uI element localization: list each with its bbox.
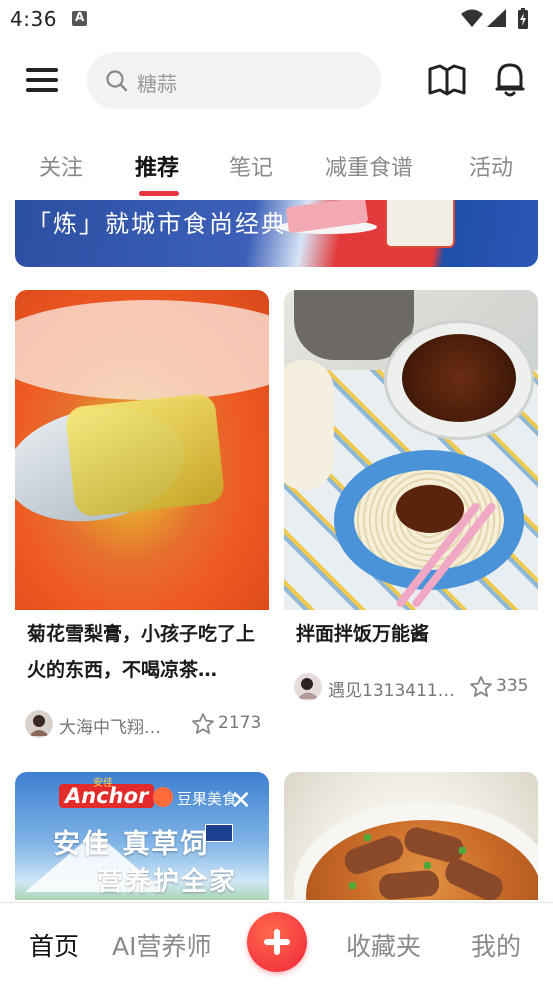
avatar[interactable]	[294, 673, 322, 701]
tab-recommend[interactable]: 推荐	[135, 150, 179, 182]
menu-icon[interactable]	[26, 66, 60, 94]
status-bar: 4:36	[0, 0, 553, 38]
search-placeholder: 糖蒜	[137, 72, 177, 96]
nav-favorites[interactable]: 收藏夹	[346, 927, 421, 963]
ad-headline: 安佳 真草饲	[53, 829, 210, 860]
anchor-logo-cn: 安佳	[93, 778, 113, 789]
active-tab-indicator	[139, 191, 179, 196]
recipe-card[interactable]	[284, 772, 538, 900]
category-tabs: 关注 推荐 笔记 减重食谱 活动	[0, 150, 553, 200]
author-name[interactable]: 遇见1313411…	[328, 676, 455, 701]
promo-banner[interactable]: 「炼」就城市食尚经典	[15, 200, 538, 267]
tab-weight-loss-recipes[interactable]: 减重食谱	[325, 150, 413, 182]
signal-icon	[487, 9, 506, 27]
partner-name: 豆果美食	[177, 790, 238, 808]
top-header: 糖蒜	[0, 50, 553, 110]
tab-notes[interactable]: 笔记	[229, 150, 273, 182]
avatar[interactable]	[25, 710, 53, 738]
recipe-image	[284, 290, 538, 610]
book-icon[interactable]	[428, 64, 466, 96]
douguo-logo-icon	[153, 787, 173, 807]
nav-ai-nutritionist[interactable]: AI营养师	[112, 927, 211, 963]
recommend-feed[interactable]: 「炼」就城市食尚经典 菊花雪梨膏，小孩子吃了上火的东西，不喝凉茶… 大海中飞翔……	[0, 200, 553, 900]
recipe-meta: 大海中飞翔… 2173	[25, 710, 265, 740]
recipe-meta: 遇见1313411… 335	[294, 673, 534, 703]
status-time: 4:36	[10, 7, 57, 31]
bell-icon[interactable]	[494, 62, 526, 98]
banner-product-image	[385, 200, 455, 248]
add-button[interactable]	[247, 912, 307, 972]
close-icon[interactable]: ✕	[230, 786, 252, 816]
app-notification-icon	[72, 10, 87, 26]
like-count: 2173	[218, 713, 262, 733]
search-input[interactable]: 糖蒜	[87, 52, 381, 109]
star-icon[interactable]	[191, 712, 215, 736]
recipe-image	[284, 772, 538, 900]
like-count: 335	[496, 676, 529, 696]
battery-charging-icon	[518, 8, 528, 29]
ad-card[interactable]: Anchor 安佳 豆果美食 ✕ 安佳 真草饲 营养护全家	[15, 772, 269, 900]
banner-text: 「炼」就城市食尚经典	[27, 210, 287, 238]
recipe-title: 拌面拌饭万能酱	[296, 623, 430, 645]
star-icon[interactable]	[469, 675, 493, 699]
status-icons	[461, 8, 541, 30]
tab-activities[interactable]: 活动	[469, 150, 513, 182]
nav-home[interactable]: 首页	[29, 927, 79, 963]
flag-icon	[205, 824, 233, 842]
ad-subheadline: 营养护全家	[97, 867, 238, 897]
recipe-title: 菊花雪梨膏，小孩子吃了上火的东西，不喝凉茶…	[27, 623, 256, 681]
recipe-card[interactable]: 菊花雪梨膏，小孩子吃了上火的东西，不喝凉茶… 大海中飞翔… 2173	[15, 290, 269, 750]
tab-follow[interactable]: 关注	[39, 150, 83, 182]
bottom-navigation: 首页 AI营养师 收藏夹 我的	[0, 902, 553, 984]
search-icon	[106, 70, 128, 92]
ad-image: Anchor 安佳 豆果美食 ✕ 安佳 真草饲 营养护全家	[15, 772, 269, 900]
recipe-image	[15, 290, 269, 610]
author-name[interactable]: 大海中飞翔…	[59, 713, 161, 738]
wifi-icon	[461, 9, 483, 27]
recipe-card[interactable]: 拌面拌饭万能酱 遇见1313411… 335	[284, 290, 538, 710]
nav-mine[interactable]: 我的	[471, 927, 521, 963]
